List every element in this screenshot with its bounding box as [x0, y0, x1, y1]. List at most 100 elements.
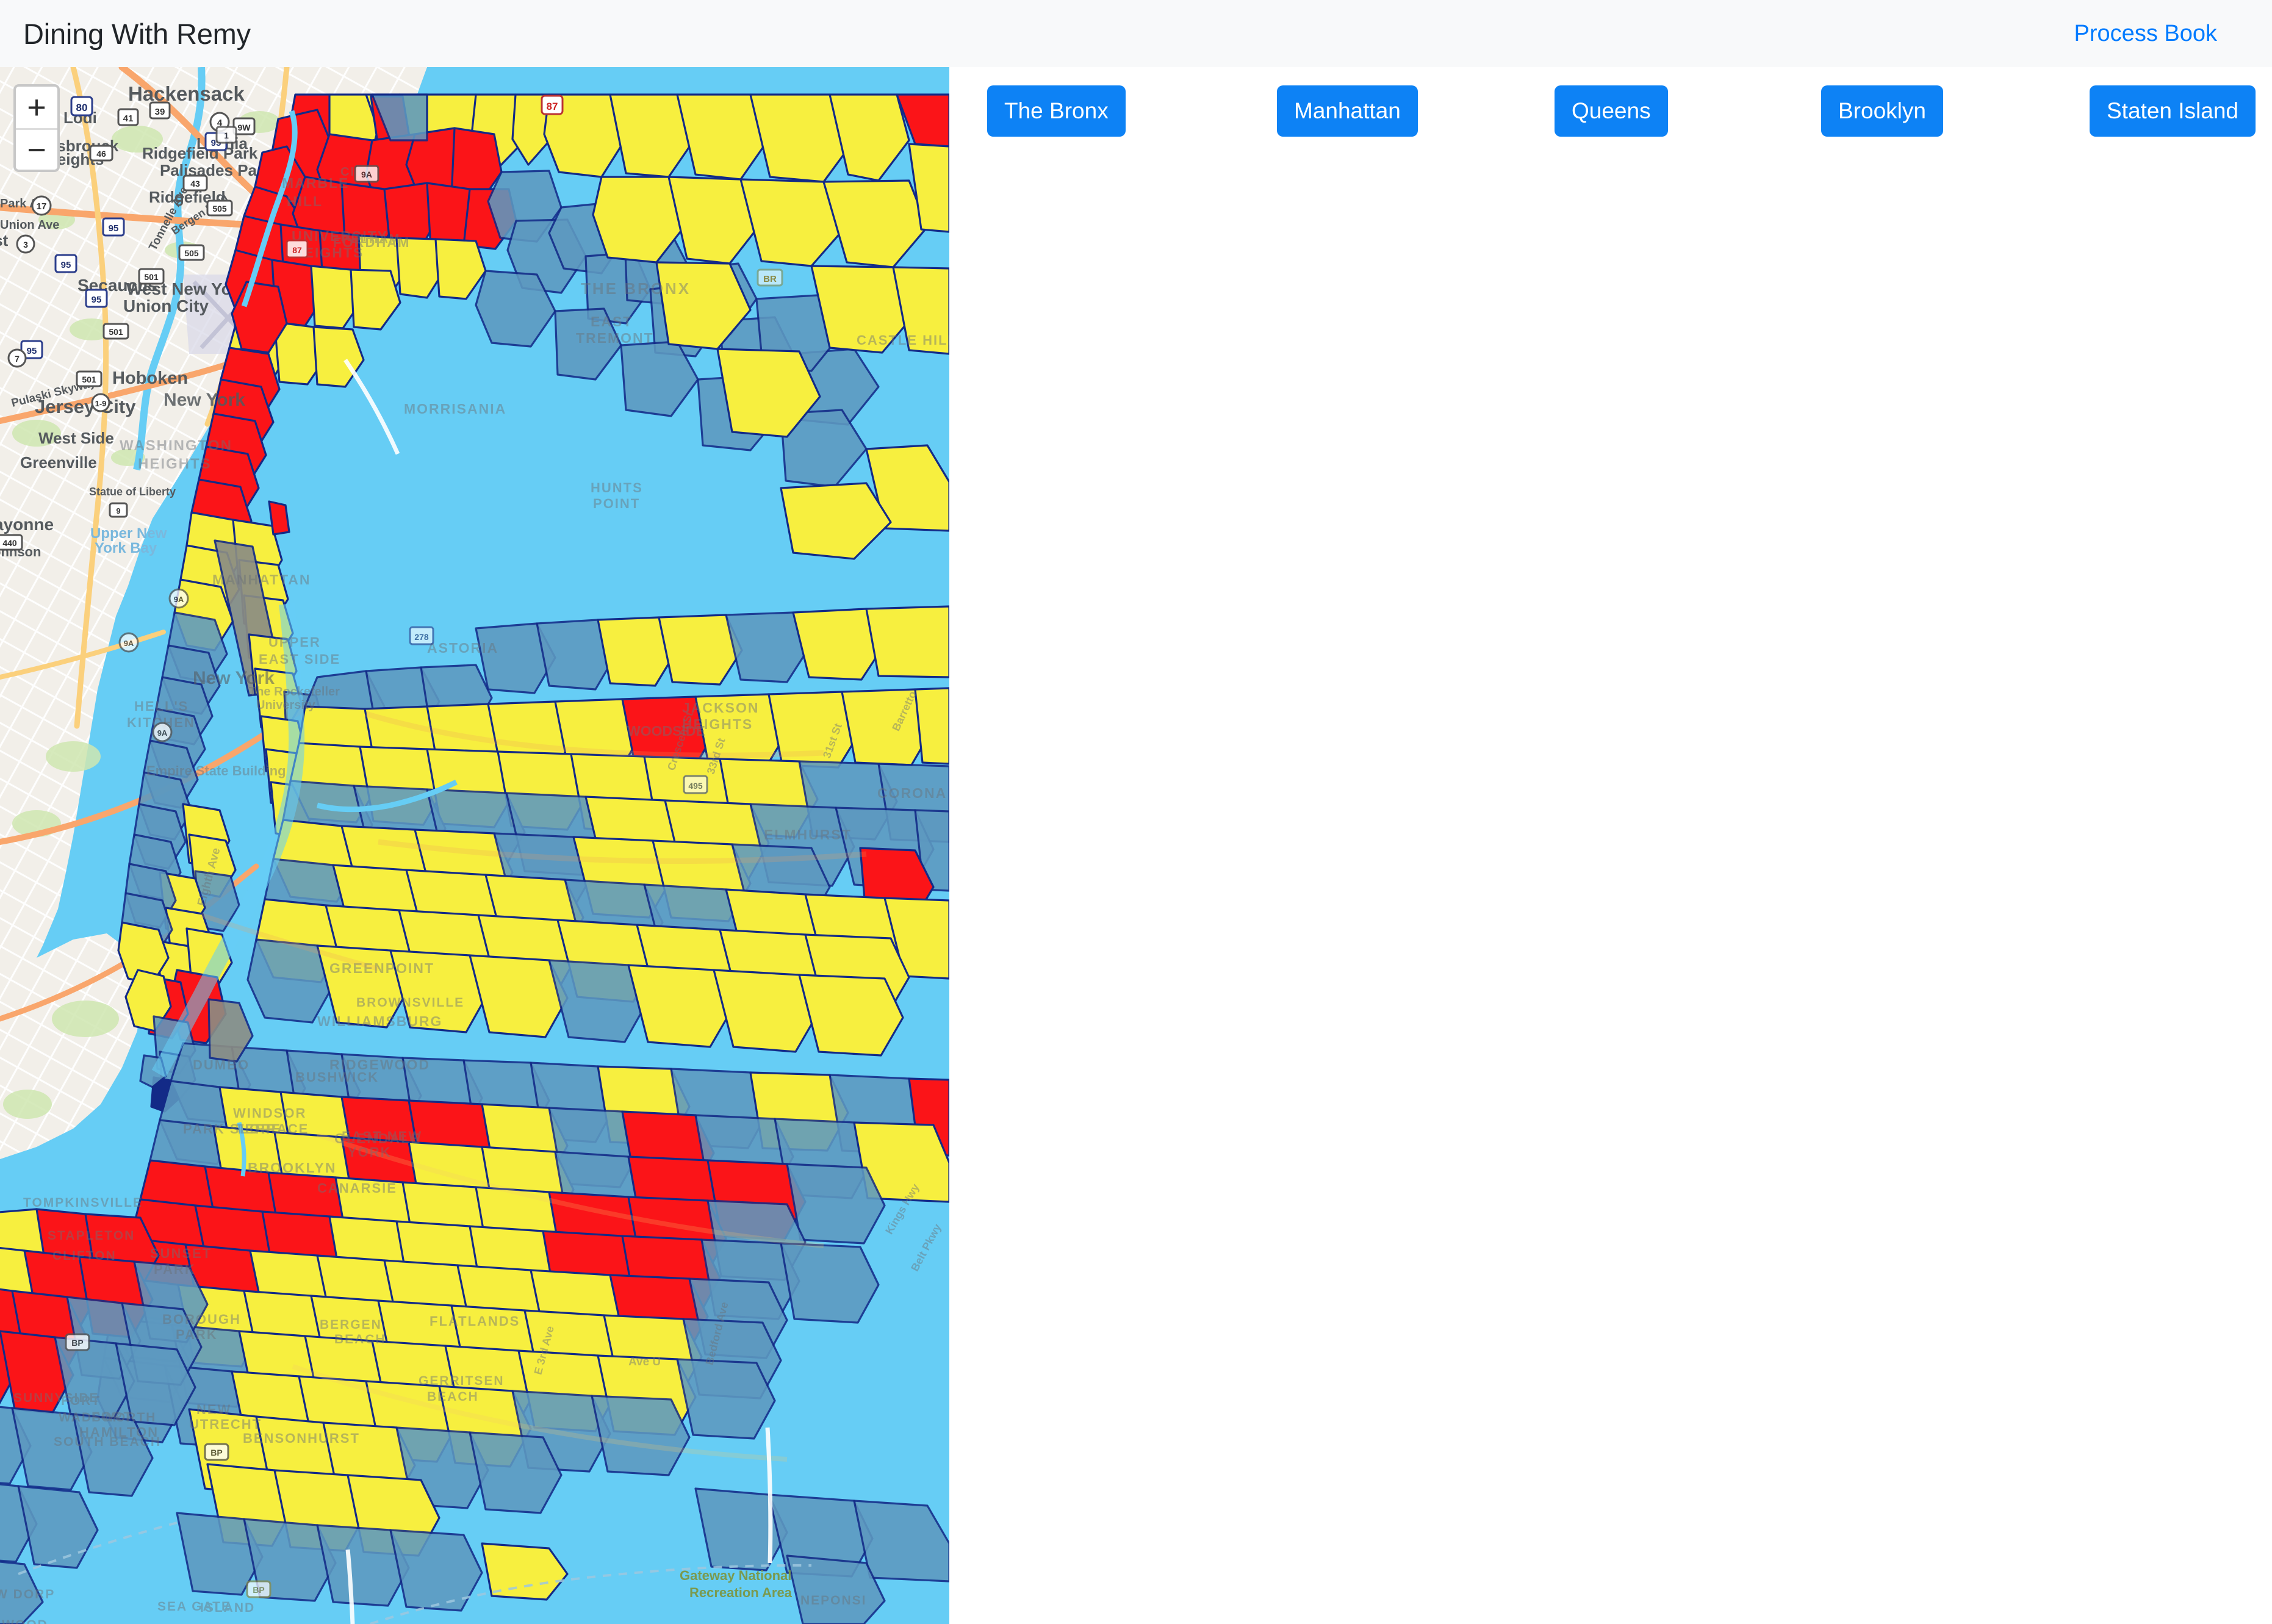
- svg-text:KWOOD: KWOOD: [0, 1618, 48, 1624]
- borough-button-the-bronx[interactable]: The Bronx: [987, 85, 1126, 137]
- svg-text:PARK: PARK: [154, 1262, 196, 1277]
- svg-text:EAST: EAST: [591, 314, 633, 329]
- svg-text:HILL: HILL: [287, 193, 323, 209]
- svg-text:UPPER: UPPER: [268, 634, 321, 650]
- svg-text:BERGEN: BERGEN: [320, 1318, 382, 1332]
- svg-text:440: 440: [2, 538, 17, 548]
- svg-text:MORRISANIA: MORRISANIA: [404, 401, 506, 417]
- svg-text:POINT: POINT: [593, 496, 640, 511]
- neighborhood-polygon: [676, 1358, 776, 1440]
- borough-button-staten-island[interactable]: Staten Island: [2090, 85, 2256, 137]
- svg-text:BP: BP: [253, 1585, 264, 1595]
- svg-text:PELHAM: PELHAM: [342, 232, 400, 246]
- svg-text:9: 9: [116, 506, 120, 516]
- svg-text:46: 46: [96, 149, 106, 159]
- svg-text:BROWNSVILLE: BROWNSVILLE: [356, 996, 464, 1010]
- svg-text:9A: 9A: [157, 728, 168, 738]
- svg-text:THE BRONX: THE BRONX: [581, 279, 691, 298]
- svg-text:PARK: PARK: [176, 1327, 218, 1342]
- svg-text:BR: BR: [763, 274, 777, 284]
- svg-text:The Rockefeller: The Rockefeller: [249, 685, 340, 699]
- svg-text:43: 43: [190, 179, 200, 189]
- svg-text:FORT: FORT: [61, 1394, 101, 1408]
- svg-text:Empire State Building: Empire State Building: [146, 763, 286, 778]
- svg-text:CORONA: CORONA: [877, 785, 947, 801]
- svg-text:17: 17: [37, 201, 47, 212]
- svg-text:CANARSIE: CANARSIE: [317, 1180, 397, 1196]
- svg-text:TREMONT: TREMONT: [576, 330, 654, 346]
- borough-button-queens[interactable]: Queens: [1555, 85, 1668, 137]
- svg-text:YORK: YORK: [348, 1144, 392, 1160]
- svg-text:UTRECHT: UTRECHT: [189, 1417, 262, 1432]
- neighborhood-polygon: [865, 605, 949, 678]
- svg-text:GREENPOINT: GREENPOINT: [329, 960, 434, 976]
- zoom-in-button[interactable]: +: [16, 87, 57, 128]
- svg-text:Ave U: Ave U: [628, 1356, 661, 1368]
- svg-text:501: 501: [82, 375, 96, 384]
- choropleth-map-panel[interactable]: Hackensack Lodi Ridgefield Park Leonia P…: [0, 67, 949, 1624]
- svg-text:W DORP: W DORP: [0, 1587, 55, 1601]
- svg-text:9A: 9A: [124, 639, 134, 648]
- svg-text:EAST NEW: EAST NEW: [342, 1129, 422, 1144]
- svg-text:495: 495: [688, 781, 703, 791]
- svg-text:501: 501: [144, 272, 159, 282]
- svg-text:SOUTH BEACH: SOUTH BEACH: [54, 1435, 161, 1449]
- svg-text:WILLIAMSBURG: WILLIAMSBURG: [317, 1013, 442, 1029]
- svg-text:7: 7: [15, 354, 20, 364]
- svg-text:505: 505: [184, 248, 199, 258]
- top-navbar: Dining With Remy Process Book: [0, 0, 2272, 67]
- svg-text:MARBLE: MARBLE: [282, 175, 349, 191]
- borough-button-manhattan[interactable]: Manhattan: [1277, 85, 1418, 137]
- svg-text:HEIGHTS: HEIGHTS: [138, 456, 212, 472]
- svg-text:ISLAND: ISLAND: [200, 1601, 255, 1615]
- svg-text:MANHATTAN: MANHATTAN: [212, 572, 311, 587]
- svg-text:505: 505: [212, 204, 227, 214]
- svg-text:BEACH: BEACH: [427, 1390, 479, 1404]
- svg-text:STAPLETON: STAPLETON: [48, 1229, 135, 1243]
- app-brand-title: Dining With Remy: [23, 17, 251, 50]
- svg-text:JACKSON: JACKSON: [682, 700, 759, 716]
- svg-text:HELL'S: HELL'S: [134, 699, 189, 714]
- svg-text:SUNSET: SUNSET: [150, 1246, 212, 1261]
- svg-text:278: 278: [414, 632, 429, 642]
- svg-text:1-9: 1-9: [95, 399, 107, 408]
- svg-text:1: 1: [224, 131, 229, 140]
- process-book-link[interactable]: Process Book: [2074, 21, 2249, 47]
- svg-text:BOROUGH: BOROUGH: [162, 1312, 241, 1327]
- svg-text:95: 95: [61, 260, 71, 270]
- borough-filter-bar: The Bronx Manhattan Queens Brooklyn Stat…: [949, 85, 2272, 140]
- svg-text:BUSHWICK: BUSHWICK: [295, 1069, 379, 1085]
- svg-text:University: University: [256, 699, 316, 712]
- svg-text:9A: 9A: [361, 170, 372, 179]
- map-zoom-control[interactable]: + −: [13, 84, 60, 172]
- svg-text:95: 95: [92, 295, 102, 305]
- svg-text:CLIFTON: CLIFTON: [52, 1249, 117, 1263]
- svg-text:9A: 9A: [174, 595, 184, 604]
- neighborhood-polygon: [780, 1242, 880, 1324]
- map-canvas[interactable]: Hackensack Lodi Ridgefield Park Leonia P…: [0, 67, 949, 1624]
- svg-text:BENSONHURST: BENSONHURST: [243, 1431, 360, 1446]
- svg-text:GERRITSEN: GERRITSEN: [419, 1374, 505, 1388]
- svg-text:EAST SIDE: EAST SIDE: [259, 652, 340, 667]
- svg-text:TERRACE: TERRACE: [235, 1121, 309, 1137]
- neighborhood-polygon: [786, 1163, 886, 1245]
- neighborhood-polygon: [268, 500, 290, 536]
- svg-text:BEACH: BEACH: [334, 1332, 386, 1346]
- svg-text:DUMBO: DUMBO: [193, 1057, 250, 1072]
- svg-text:87: 87: [547, 101, 558, 112]
- zoom-out-button[interactable]: −: [16, 128, 57, 170]
- svg-text:95: 95: [109, 223, 119, 234]
- svg-text:39: 39: [155, 107, 165, 117]
- svg-text:ASTORIA: ASTORIA: [427, 640, 498, 656]
- svg-text:501: 501: [109, 327, 123, 337]
- borough-button-brooklyn[interactable]: Brooklyn: [1821, 85, 1943, 137]
- svg-text:WASHINGTON: WASHINGTON: [120, 437, 232, 454]
- svg-text:WADSWORTH: WADSWORTH: [59, 1410, 156, 1425]
- svg-text:BP: BP: [71, 1338, 83, 1348]
- svg-text:80: 80: [76, 102, 88, 113]
- svg-text:ELMHURST: ELMHURST: [764, 827, 852, 843]
- svg-text:York Bay: York Bay: [95, 540, 157, 556]
- svg-text:WINDSOR: WINDSOR: [233, 1105, 306, 1121]
- svg-text:3: 3: [23, 240, 28, 250]
- svg-text:Recreation Area: Recreation Area: [689, 1585, 793, 1600]
